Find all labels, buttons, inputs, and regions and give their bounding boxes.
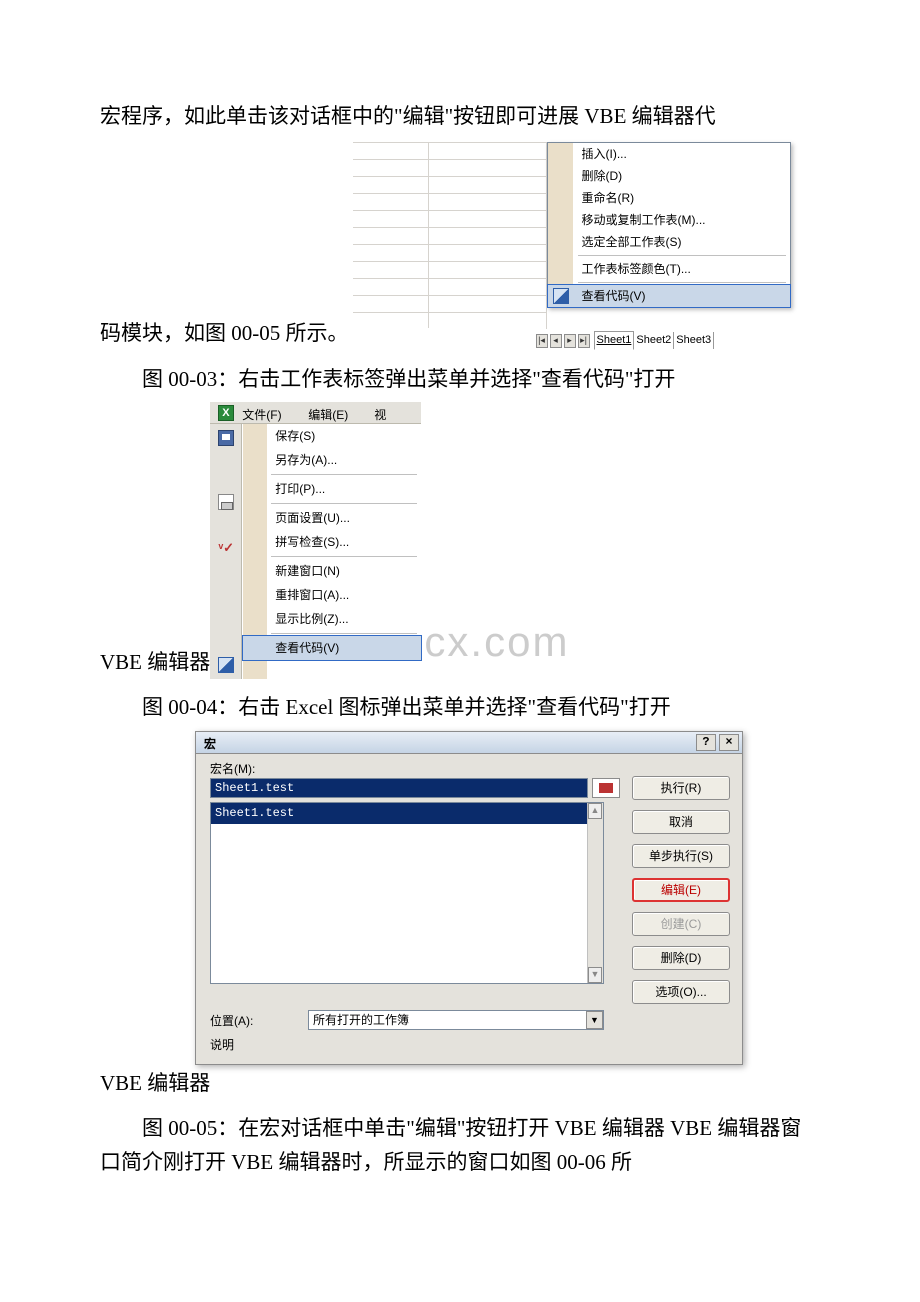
menu-item-view-code[interactable]: 查看代码(V) [243, 636, 421, 660]
figure-00-05-macro-dialog: 宏 ? × 宏名(M): Sheet1.test Sheet1.test ▲ ▼… [195, 731, 743, 1065]
figure-caption-00-05: 图 00-05：在宏对话框中单击"编辑"按钮打开 VBE 编辑器 VBE 编辑器… [100, 1112, 820, 1179]
menu-item-arrange-windows[interactable]: 重排窗口(A)... [243, 583, 421, 607]
macro-name-value[interactable]: Sheet1.test [210, 778, 588, 798]
macro-location-combo[interactable]: 所有打开的工作簿 ▼ [308, 1010, 604, 1030]
menu-edit[interactable]: 编辑(E) [308, 406, 348, 425]
run-button[interactable]: 执行(R) [632, 776, 730, 800]
save-icon[interactable] [218, 430, 234, 446]
excel-icon[interactable] [218, 405, 234, 421]
cancel-button[interactable]: 取消 [632, 810, 730, 834]
macro-location-label: 位置(A): [210, 1012, 253, 1031]
menu-item-save-as[interactable]: 另存为(A)... [243, 448, 421, 472]
vbe-editor-label-2: VBE 编辑器 [100, 1067, 820, 1101]
figure-00-03: 插入(I)... 删除(D) 重命名(R) 移动或复制工作表(M)... 选定全… [353, 142, 793, 351]
tab-nav-next-icon[interactable]: ▸ [564, 334, 576, 348]
tab-nav-first-icon[interactable]: |◂ [536, 334, 548, 348]
menu-file[interactable]: 文件(F) [242, 406, 281, 425]
step-into-button[interactable]: 单步执行(S) [632, 844, 730, 868]
edit-button[interactable]: 编辑(E) [632, 878, 730, 902]
options-button[interactable]: 选项(O)... [632, 980, 730, 1004]
macro-listbox[interactable]: Sheet1.test ▲ ▼ [210, 802, 604, 984]
scroll-up-icon[interactable]: ▲ [588, 803, 602, 819]
macro-name-field[interactable]: Sheet1.test [210, 778, 588, 798]
print-icon[interactable] [218, 494, 234, 510]
dialog-titlebar: 宏 ? × [196, 732, 742, 754]
figure-caption-00-04: 图 00-04：右击 Excel 图标弹出菜单并选择"查看代码"打开 [100, 691, 820, 725]
toolbar-sidebar: ᵛ✓ [210, 424, 242, 679]
tab-nav-prev-icon[interactable]: ◂ [550, 334, 562, 348]
menu-bar: 文件(F) 编辑(E) 视 [210, 402, 421, 424]
menu-item-view-code[interactable]: 查看代码(V) [548, 285, 790, 307]
figure-00-04: 文件(F) 编辑(E) 视 ᵛ✓ 保存(S) 另存为(A)... 打印(P)..… [210, 402, 421, 679]
delete-button[interactable]: 删除(D) [632, 946, 730, 970]
vbe-editor-label-1: VBE 编辑器 [100, 646, 210, 680]
menu-item-insert[interactable]: 插入(I)... [548, 143, 790, 165]
sheet-tab-2[interactable]: Sheet2 [634, 332, 674, 350]
scroll-down-icon[interactable]: ▼ [588, 967, 602, 983]
menu-item-page-setup[interactable]: 页面设置(U)... [243, 506, 421, 530]
dropdown-icon[interactable]: ▼ [586, 1011, 603, 1029]
spreadsheet-grid [353, 142, 547, 328]
listbox-scrollbar[interactable]: ▲ ▼ [587, 803, 603, 983]
macro-name-label: 宏名(M): [210, 760, 255, 779]
menu-item-print[interactable]: 打印(P)... [243, 477, 421, 501]
menu-item-tab-color[interactable]: 工作表标签颜色(T)... [548, 258, 790, 280]
menu-item-zoom[interactable]: 显示比例(Z)... [243, 607, 421, 631]
menu-item-new-window[interactable]: 新建窗口(N) [243, 559, 421, 583]
menu-item-spell-check[interactable]: 拼写检查(S)... [243, 530, 421, 554]
menu-item-delete[interactable]: 删除(D) [548, 165, 790, 187]
spellcheck-icon[interactable]: ᵛ✓ [218, 542, 234, 558]
menu-item-label: 查看代码(V) [582, 289, 646, 303]
tab-nav-last-icon[interactable]: ▸| [578, 334, 590, 348]
menu-item-select-all-sheets[interactable]: 选定全部工作表(S) [548, 231, 790, 253]
body-para-1a: 宏程序，如此单击该对话框中的"编辑"按钮即可进展 VBE 编辑器代 [100, 100, 820, 134]
close-button-icon[interactable]: × [719, 734, 739, 751]
body-para-1b: 码模块，如图 00-05 所示。 [100, 317, 349, 351]
menu-view[interactable]: 视 [374, 406, 386, 425]
menu-item-save[interactable]: 保存(S) [243, 424, 421, 448]
excel-icon-context-menu: 保存(S) 另存为(A)... 打印(P)... 页面设置(U)... 拼写检查… [242, 424, 421, 679]
vba-icon [553, 288, 569, 304]
figure-caption-00-03: 图 00-03：右击工作表标签弹出菜单并选择"查看代码"打开 [100, 363, 820, 397]
macro-description-label: 说明 [210, 1036, 234, 1055]
sheet-tab-context-menu: 插入(I)... 删除(D) 重命名(R) 移动或复制工作表(M)... 选定全… [547, 142, 791, 308]
sheet-tab-1[interactable]: Sheet1 [594, 331, 635, 351]
sheet-tab-3[interactable]: Sheet3 [674, 332, 714, 350]
dialog-title: 宏 [204, 735, 216, 754]
vba-icon[interactable] [218, 657, 234, 673]
menu-item-rename[interactable]: 重命名(R) [548, 187, 790, 209]
create-button: 创建(C) [632, 912, 730, 936]
refedit-icon[interactable] [592, 778, 620, 798]
help-button-icon[interactable]: ? [696, 734, 716, 751]
macro-location-value: 所有打开的工作簿 [313, 1013, 409, 1027]
menu-item-move-copy[interactable]: 移动或复制工作表(M)... [548, 209, 790, 231]
macro-list-item[interactable]: Sheet1.test [211, 803, 603, 824]
sheet-tab-bar: |◂ ◂ ▸ ▸| Sheet1 Sheet2 Sheet3 [536, 333, 715, 349]
